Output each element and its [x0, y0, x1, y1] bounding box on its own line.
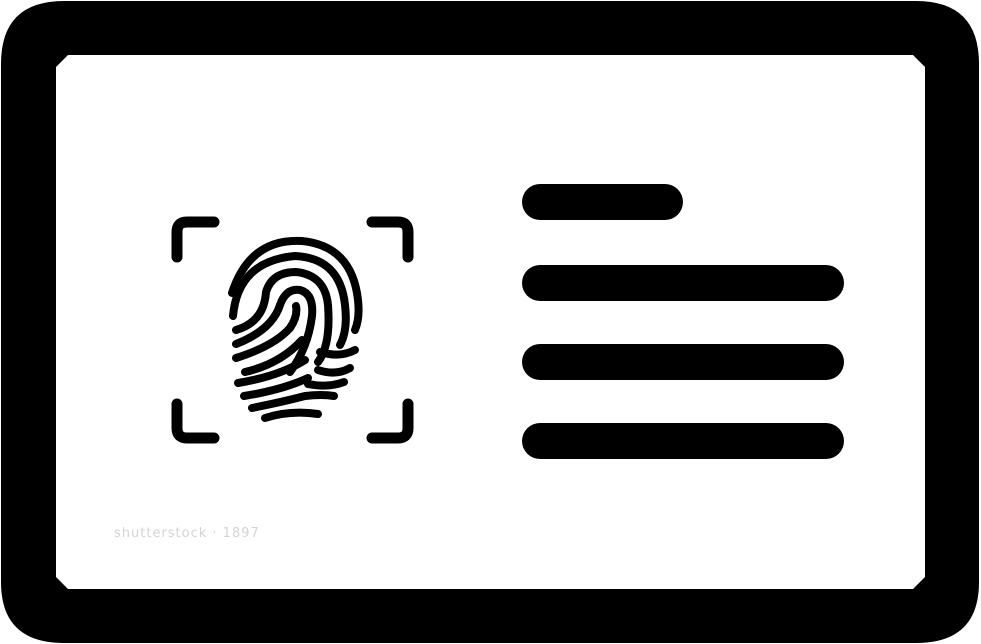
fingerprint-icon [228, 236, 363, 422]
scan-corner-top-left [171, 216, 220, 263]
text-line-4 [522, 423, 844, 459]
scan-corner-bottom-left [171, 398, 220, 444]
id-card-fingerprint-icon [1, 1, 979, 643]
card-frame [1, 1, 979, 643]
fingerprint-scanner [171, 216, 414, 444]
text-line-1 [522, 184, 683, 220]
text-line-3 [522, 344, 844, 380]
text-lines [522, 184, 844, 459]
scan-corner-top-right [366, 216, 414, 263]
watermark-text: shutterstock · 1897 [114, 526, 260, 541]
scan-corner-bottom-right [366, 398, 414, 444]
text-line-2 [522, 265, 844, 301]
